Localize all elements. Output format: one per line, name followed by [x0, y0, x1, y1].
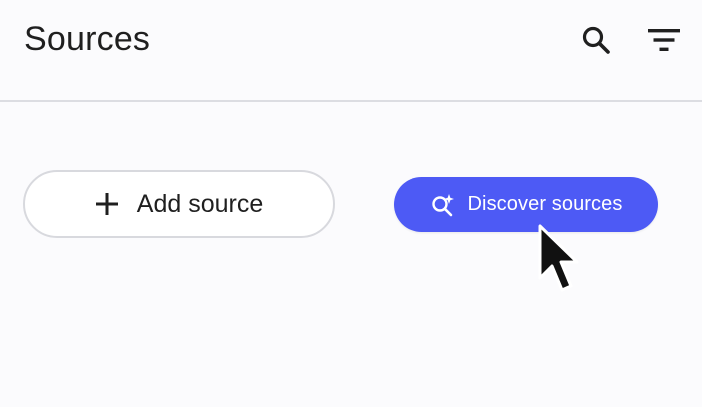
- sources-panel: [0, 102, 702, 407]
- discover-sources-label: Discover sources: [467, 193, 623, 215]
- page-title: Sources: [24, 20, 151, 58]
- filter-button[interactable]: [646, 22, 682, 58]
- filter-icon: [648, 29, 680, 51]
- discover-sources-button[interactable]: Discover sources: [394, 177, 658, 232]
- add-source-button[interactable]: Add source: [23, 170, 335, 238]
- add-source-label: Add source: [136, 189, 264, 218]
- sparkle-search-icon: [431, 193, 454, 216]
- plus-icon: [95, 193, 118, 215]
- search-icon: [582, 26, 610, 54]
- header-bar: Sources: [0, 0, 702, 102]
- search-button[interactable]: [578, 22, 614, 58]
